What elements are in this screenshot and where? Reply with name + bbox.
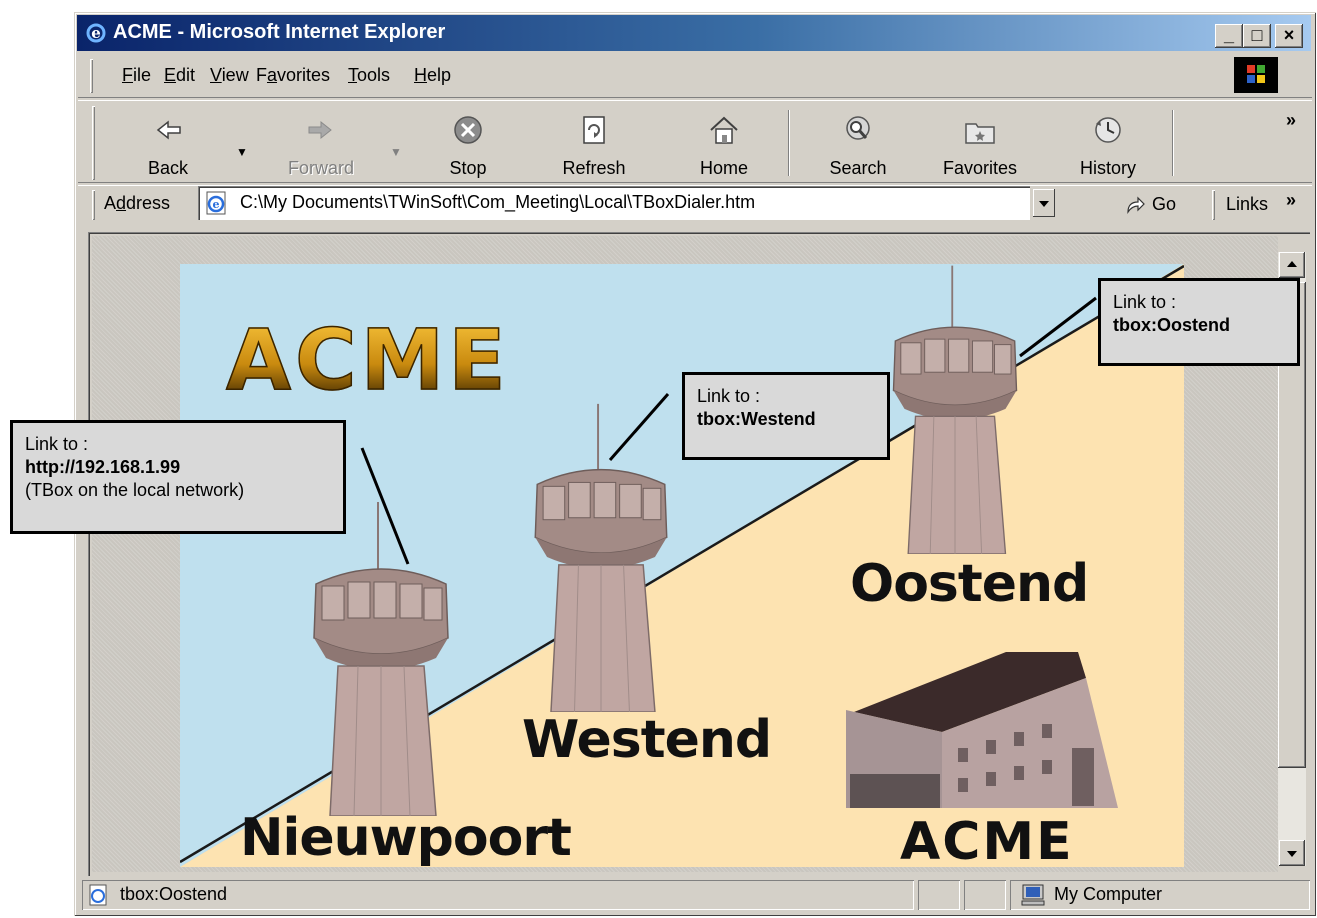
oostend-callout-target: tbox:Oostend bbox=[1113, 315, 1230, 335]
westend-callout-line1: Link to : bbox=[697, 386, 761, 406]
oostend-callout-link: tbox:Oostend bbox=[1113, 314, 1285, 337]
nieuwpoort-callout: Link to : http://192.168.1.99 (TBox on t… bbox=[10, 420, 346, 534]
status-text: tbox:Oostend bbox=[120, 884, 228, 904]
status-page-icon bbox=[89, 884, 107, 906]
nieuwpoort-callout-note: (TBox on the local network) bbox=[25, 480, 245, 500]
status-main-pane: tbox:Oostend bbox=[82, 880, 914, 910]
status-pane-progress bbox=[918, 880, 960, 910]
status-bar: tbox:Oostend My Computer bbox=[80, 878, 1312, 912]
westend-callout-link: tbox:Westend bbox=[697, 408, 875, 431]
nieuwpoort-callout-link: http://192.168.1.99 bbox=[25, 456, 331, 479]
my-computer-icon bbox=[1021, 884, 1045, 906]
nieuwpoort-callout-url: http://192.168.1.99 bbox=[25, 457, 181, 477]
westend-callout-target: tbox:Westend bbox=[697, 409, 816, 429]
oostend-callout: Link to : tbox:Oostend bbox=[1098, 278, 1300, 366]
status-zone-pane: My Computer bbox=[1010, 880, 1310, 910]
zone-label: My Computer bbox=[1054, 884, 1163, 904]
status-pane-lock bbox=[964, 880, 1006, 910]
westend-callout: Link to : tbox:Westend bbox=[682, 372, 890, 460]
nieuwpoort-callout-line1: Link to : bbox=[25, 434, 89, 454]
oostend-callout-line1: Link to : bbox=[1113, 292, 1177, 312]
